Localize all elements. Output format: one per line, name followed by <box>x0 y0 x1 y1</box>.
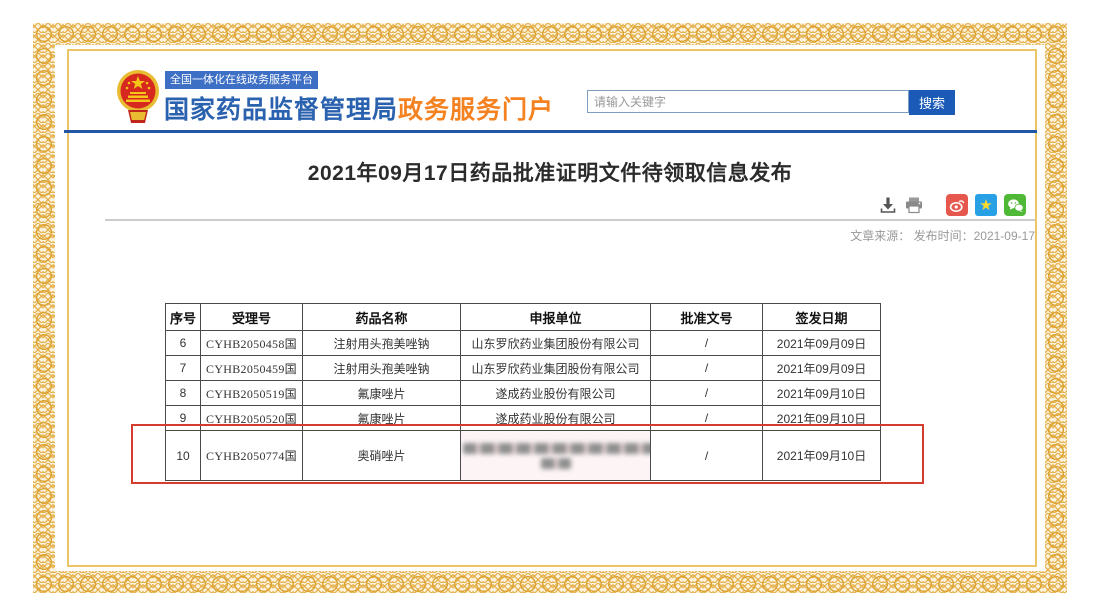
header-rule <box>64 130 1037 133</box>
redacted-text <box>541 458 571 469</box>
cell-drug: 奥硝唑片 <box>303 431 461 481</box>
site-name: 国家药品监督管理局 <box>164 96 398 124</box>
article-publish-time: 发布时间：2021-09-17 <box>914 229 1035 243</box>
col-header-drug: 药品名称 <box>303 304 461 331</box>
cell-approval: / <box>651 331 763 356</box>
cell-applicant: 遂成药业股份有限公司 <box>461 406 651 431</box>
platform-badge: 全国一体化在线政务服务平台 <box>165 71 318 89</box>
cell-date: 2021年09月10日 <box>763 381 881 406</box>
table-row: 6 CYHB2050458国 注射用头孢美唑钠 山东罗欣药业集团股份有限公司 /… <box>166 331 881 356</box>
weibo-share-icon[interactable] <box>946 194 968 216</box>
cell-date: 2021年09月09日 <box>763 356 881 381</box>
cell-applicant-redacted <box>461 431 651 481</box>
cell-applicant: 遂成药业股份有限公司 <box>461 381 651 406</box>
article-meta: 文章来源： 发布时间：2021-09-17 <box>850 227 1035 244</box>
cell-approval: / <box>651 356 763 381</box>
toolbar-divider <box>105 219 1035 221</box>
cell-acceptance: CYHB2050520国 <box>201 406 303 431</box>
cell-drug: 氟康唑片 <box>303 406 461 431</box>
cell-date: 2021年09月09日 <box>763 331 881 356</box>
cell-acceptance: CYHB2050459国 <box>201 356 303 381</box>
cell-drug: 注射用头孢美唑钠 <box>303 331 461 356</box>
table-row: 8 CYHB2050519国 氟康唑片 遂成药业股份有限公司 / 2021年09… <box>166 381 881 406</box>
page-title: 2021年09月17日药品批准证明文件待领取信息发布 <box>0 157 1100 187</box>
cell-date: 2021年09月10日 <box>763 431 881 481</box>
portal-name: 政务服务门户 <box>398 96 554 124</box>
cell-no: 6 <box>166 331 201 356</box>
table-row: 9 CYHB2050520国 氟康唑片 遂成药业股份有限公司 / 2021年09… <box>166 406 881 431</box>
cell-drug: 注射用头孢美唑钠 <box>303 356 461 381</box>
cell-no: 8 <box>166 381 201 406</box>
article-toolbar: ★ <box>879 194 1026 216</box>
article-source: 文章来源： <box>850 229 910 243</box>
cell-acceptance: CYHB2050458国 <box>201 331 303 356</box>
cell-approval: / <box>651 431 763 481</box>
cell-drug: 氟康唑片 <box>303 381 461 406</box>
site-title: 国家药品监督管理局政务服务门户 <box>164 90 554 126</box>
col-header-applicant: 申报单位 <box>461 304 651 331</box>
qzone-share-icon[interactable]: ★ <box>975 194 997 216</box>
approvals-table: 序号 受理号 药品名称 申报单位 批准文号 签发日期 6 CYHB2050458… <box>165 303 881 481</box>
cell-no: 9 <box>166 406 201 431</box>
download-icon[interactable] <box>879 196 897 214</box>
cell-applicant: 山东罗欣药业集团股份有限公司 <box>461 356 651 381</box>
table-row: 7 CYHB2050459国 注射用头孢美唑钠 山东罗欣药业集团股份有限公司 /… <box>166 356 881 381</box>
cell-no: 10 <box>166 431 201 481</box>
cell-date: 2021年09月10日 <box>763 406 881 431</box>
national-emblem-logo <box>116 69 160 125</box>
cell-acceptance: CYHB2050519国 <box>201 381 303 406</box>
cell-applicant: 山东罗欣药业集团股份有限公司 <box>461 331 651 356</box>
approvals-table-wrap: 序号 受理号 药品名称 申报单位 批准文号 签发日期 6 CYHB2050458… <box>165 303 881 481</box>
cell-approval: / <box>651 381 763 406</box>
search-button[interactable]: 搜索 <box>909 90 955 115</box>
col-header-date: 签发日期 <box>763 304 881 331</box>
cell-approval: / <box>651 406 763 431</box>
cell-acceptance: CYHB2050774国 <box>201 431 303 481</box>
redacted-text <box>463 443 651 454</box>
col-header-acceptance: 受理号 <box>201 304 303 331</box>
col-header-approval: 批准文号 <box>651 304 763 331</box>
print-icon[interactable] <box>904 196 924 214</box>
search-input[interactable] <box>587 90 909 113</box>
col-header-no: 序号 <box>166 304 201 331</box>
table-row-highlighted: 10 CYHB2050774国 奥硝唑片 / 2021年09月10日 <box>166 431 881 481</box>
page: 全国一体化在线政务服务平台 国家药品监督管理局政务服务门户 搜索 2021年09… <box>0 0 1100 613</box>
table-header-row: 序号 受理号 药品名称 申报单位 批准文号 签发日期 <box>166 304 881 331</box>
cell-no: 7 <box>166 356 201 381</box>
wechat-share-icon[interactable] <box>1004 194 1026 216</box>
